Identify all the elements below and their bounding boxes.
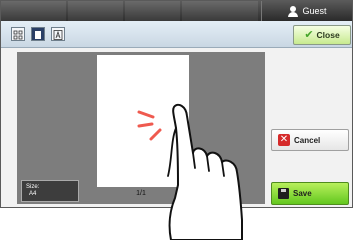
user-button[interactable]: Guest (261, 1, 352, 21)
save-disk-icon (278, 188, 289, 199)
size-label: Size: (26, 184, 40, 190)
status-bar-segment (1, 1, 66, 21)
preview-toolbar: ✔ Close (1, 21, 352, 48)
save-label: Save (293, 189, 312, 198)
user-icon (288, 5, 299, 17)
save-button[interactable]: Save (271, 182, 349, 205)
page-view-icon (35, 31, 41, 39)
cancel-x-icon: ✕ (278, 134, 290, 146)
user-label: Guest (302, 6, 327, 16)
size-value: A4 (29, 191, 37, 197)
page-view-button[interactable] (31, 27, 45, 41)
device-screen: Guest ✔ Close Size: A4 1/1 ✕ Cancel Save (0, 0, 353, 208)
preview-page[interactable] (97, 55, 189, 187)
thumbnail-view-icon (13, 30, 23, 40)
text-view-button[interactable] (51, 27, 65, 41)
close-button[interactable]: ✔ Close (293, 25, 351, 45)
status-bar-segment (125, 1, 180, 21)
cancel-button[interactable]: ✕ Cancel (271, 129, 349, 151)
status-bar: Guest (1, 1, 352, 21)
text-view-icon (53, 30, 63, 40)
status-bar-segment (68, 1, 123, 21)
thumbnail-view-button[interactable] (11, 27, 25, 41)
status-bar-segment (182, 1, 258, 21)
page-counter: 1/1 (136, 189, 146, 197)
size-info-box: Size: A4 (21, 180, 79, 202)
preview-area[interactable]: Size: A4 1/1 (17, 52, 265, 204)
check-icon: ✔ (304, 28, 314, 41)
cancel-label: Cancel (294, 135, 321, 145)
close-label: Close (316, 30, 340, 40)
